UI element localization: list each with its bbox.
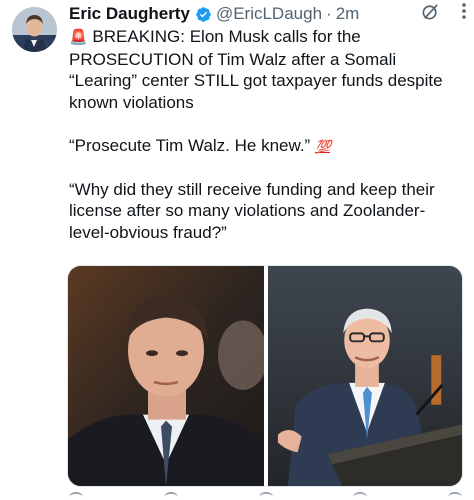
tweet-paragraph: 🚨 BREAKING: Elon Musk calls for the PROS… xyxy=(69,26,464,113)
grok-icon[interactable] xyxy=(421,2,440,21)
tweet-text: 🚨 BREAKING: Elon Musk calls for the PROS… xyxy=(69,26,464,243)
media-grid xyxy=(67,265,463,487)
paragraph-text: “Why did they still receive funding and … xyxy=(69,179,440,242)
paragraph-text: “Prosecute Tim Walz. He knew.” xyxy=(69,135,315,155)
reply-icon[interactable] xyxy=(69,492,83,500)
photo-elon-musk[interactable] xyxy=(68,266,264,486)
more-icon[interactable] xyxy=(454,1,474,21)
tweet-paragraph: “Prosecute Tim Walz. He knew.” 💯 xyxy=(69,135,464,158)
tweet-paragraph: “Why did they still receive funding and … xyxy=(69,179,464,244)
share-icon[interactable] xyxy=(448,492,462,500)
hundred-emoji: 💯 xyxy=(314,138,331,154)
siren-emoji: 🚨 xyxy=(69,29,88,46)
paragraph-text: BREAKING: Elon Musk calls for the PROSEC… xyxy=(69,27,448,112)
photo-tim-walz[interactable] xyxy=(268,266,462,486)
display-name[interactable]: Eric Daugherty xyxy=(69,4,190,24)
tweet-header: Eric Daugherty @EricLDaugh · 2m xyxy=(69,2,462,26)
repost-icon[interactable] xyxy=(163,492,178,500)
timestamp[interactable]: 2m xyxy=(336,4,360,24)
handle[interactable]: @EricLDaugh xyxy=(216,4,322,24)
like-icon[interactable] xyxy=(258,492,273,500)
action-bar xyxy=(69,492,462,500)
avatar[interactable] xyxy=(12,7,57,52)
separator-dot: · xyxy=(326,4,332,23)
verified-badge-icon xyxy=(195,6,212,23)
views-icon[interactable] xyxy=(353,492,368,500)
